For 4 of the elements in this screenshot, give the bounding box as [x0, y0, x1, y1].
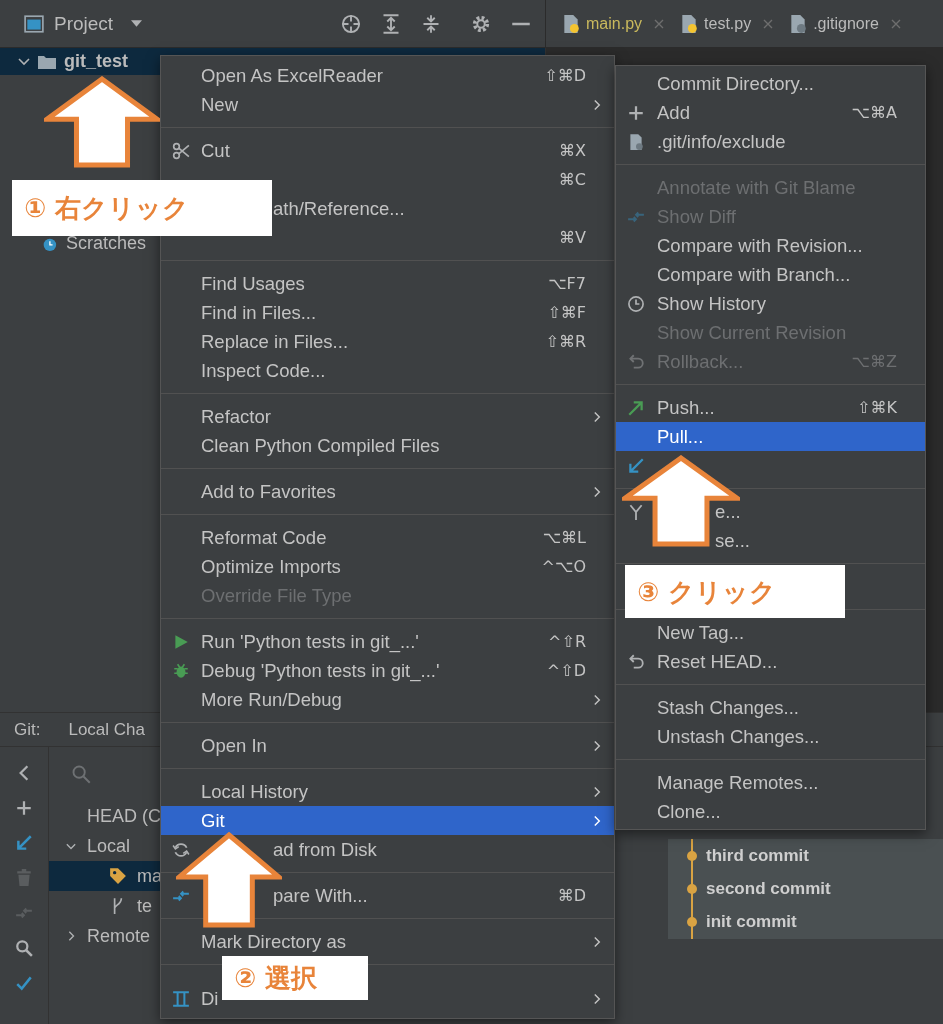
instruction-tooltip: ① 右クリック: [12, 180, 272, 236]
instruction-tooltip: ③ クリック: [625, 565, 845, 618]
panel-title: Git:: [14, 719, 41, 740]
instruction-tooltip: ② 選択: [222, 956, 368, 1000]
